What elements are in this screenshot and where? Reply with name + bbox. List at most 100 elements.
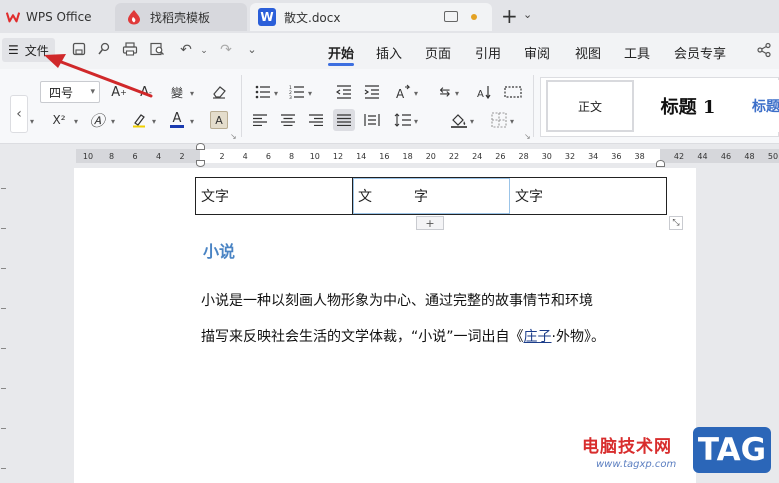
char-shading-icon[interactable]: A [210,111,228,129]
ruler-tick-label: 46 [720,152,732,161]
print-preview-icon[interactable] [149,42,165,58]
ruler-tick-label: 16 [379,152,390,161]
superscript-icon[interactable]: X² [48,109,70,131]
phonetic-guide-icon[interactable]: 變 [166,81,188,103]
tab-review[interactable]: 审阅 [524,43,550,62]
chevron-down-icon[interactable]: ▾ [308,89,312,98]
font-shrink-icon[interactable]: A- [135,81,157,103]
right-indent-marker[interactable] [656,160,665,167]
chevron-down-icon[interactable]: ▾ [470,117,474,126]
numbered-list-icon[interactable]: 123 [286,81,308,103]
table-cell-selected[interactable]: 文字 [353,178,510,214]
chevron-down-icon[interactable]: ⌄ [523,8,532,21]
more-chevron-icon[interactable]: ⌄ [244,42,260,58]
chevron-down-icon[interactable]: ▾ [510,117,514,126]
font-grow-icon[interactable]: A + [108,81,130,103]
line-spacing-icon[interactable] [392,109,414,131]
align-left-icon[interactable] [249,109,271,131]
tab-insert[interactable]: 插入 [376,43,402,62]
ruler-tick [1,188,6,189]
document-table[interactable]: 文字 文字 文字 [195,177,667,215]
tab-home[interactable]: 开始 [328,43,354,62]
chevron-down-icon[interactable]: ▾ [455,89,459,98]
cell-text: 字 [414,189,428,205]
justify-icon[interactable] [333,109,355,131]
tab-page[interactable]: 页面 [425,43,451,62]
chevron-down-icon[interactable]: ▾ [274,89,278,98]
save-icon[interactable] [71,42,87,58]
paragraph-line[interactable]: 描写来反映社会生活的文学体裁，“小说”一词出自《庄子·外物》。 [201,326,605,346]
decrease-indent-icon[interactable] [333,81,355,103]
ruler-tick-label: 44 [697,152,708,161]
ruler-tick-label: 8 [289,152,295,161]
chevron-down-icon[interactable]: ▾ [152,117,156,126]
show-marks-icon[interactable] [502,81,524,103]
monitor-icon[interactable] [444,11,458,22]
paragraph-line[interactable]: 小说是一种以刻画人物形象为中心、通过完整的故事情节和环境 [201,290,593,310]
tab-view[interactable]: 视图 [575,43,601,62]
tab-references[interactable]: 引用 [475,43,501,62]
section-heading[interactable]: 小说 [203,238,235,262]
ruler-tick-label: 36 [611,152,622,161]
tab-tools[interactable]: 工具 [624,43,650,62]
align-right-icon[interactable] [305,109,327,131]
tab-wps-office[interactable]: WPS Office [0,3,112,31]
menu-bar: ☰ 文件 ↶ ⌄ ↷ ⌄ 开始 插入 页面 引用 审阅 视图 工具 会员专享 [0,33,779,69]
brush-icon[interactable] [96,42,112,58]
clear-format-icon[interactable] [208,81,230,103]
borders-icon[interactable] [488,109,510,131]
redo-icon[interactable]: ↷ [218,42,234,58]
chevron-down-icon[interactable]: ▾ [190,89,194,98]
style-heading-1[interactable]: 标题 1 [638,80,738,132]
shading-icon[interactable] [448,109,470,131]
align-center-icon[interactable] [277,109,299,131]
share-icon[interactable] [756,42,772,58]
chevron-down-icon[interactable]: ▾ [414,117,418,126]
table-resize-handle-icon[interactable]: ⤡ [669,216,683,230]
chevron-down-icon[interactable]: ⌄ [196,43,212,59]
table-cell[interactable]: 文字 [510,178,666,214]
file-menu-button[interactable]: ☰ 文件 [2,38,55,62]
style-heading-2[interactable]: 标题 [742,80,779,132]
tab-document[interactable]: W 散文.docx [250,3,492,31]
ribbon-scroll-left-icon[interactable]: ‹ [10,95,28,133]
table-cell[interactable]: 文字 [196,178,353,214]
print-icon[interactable] [122,42,138,58]
dialog-launcher-icon[interactable]: ↘ [524,132,531,141]
svg-text:A: A [396,87,405,100]
paragraph-sort-icon[interactable]: A [474,81,496,103]
style-normal[interactable]: 正文 [546,80,634,132]
font-color-icon[interactable]: A [166,109,188,131]
bullet-list-icon[interactable] [252,81,274,103]
chevron-down-icon[interactable]: ▾ [30,117,34,126]
bidi-icon[interactable]: ⇆ [434,81,456,103]
text-direction-icon[interactable]: A [392,81,414,103]
unsaved-dot-icon [471,14,477,20]
vertical-ruler[interactable] [0,168,8,483]
cell-text: 文字 [515,189,543,205]
first-line-indent-marker[interactable] [196,143,205,150]
chevron-down-icon[interactable]: ▾ [111,117,115,126]
ruler-tick-label: 28 [518,152,529,161]
undo-icon[interactable]: ↶ [178,42,194,58]
tab-member[interactable]: 会员专享 [674,43,726,62]
add-table-row-button[interactable]: + [416,216,444,230]
dialog-launcher-icon[interactable]: ↘ [230,132,237,141]
new-tab-plus-icon[interactable]: + [501,6,518,26]
tab-label: WPS Office [26,10,92,24]
highlight-icon[interactable] [128,109,150,131]
distributed-align-icon[interactable] [361,109,383,131]
ribbon-toolbar: ‹ 四号 ▾ A + A- 變 ▾ ▾ X² ▾ Ⓐ ▾ ▾ A ▾ A ↘ ▾ … [0,69,779,144]
tab-template-store[interactable]: 找稻壳模板 [115,3,247,31]
chevron-down-icon[interactable]: ▾ [74,117,78,126]
ruler-tick-label: 30 [541,152,552,161]
text-effect-icon[interactable]: Ⓐ [86,109,108,131]
left-indent-marker[interactable] [196,160,205,167]
chevron-down-icon[interactable]: ▾ [190,117,194,126]
font-size-select[interactable]: 四号 ▾ [40,81,100,103]
ruler-tick-label: 6 [132,152,138,161]
hyperlink[interactable]: 庄子 [524,329,552,345]
chevron-down-icon[interactable]: ▾ [414,89,418,98]
ruler-tick-label: 6 [265,152,271,161]
increase-indent-icon[interactable] [361,81,383,103]
